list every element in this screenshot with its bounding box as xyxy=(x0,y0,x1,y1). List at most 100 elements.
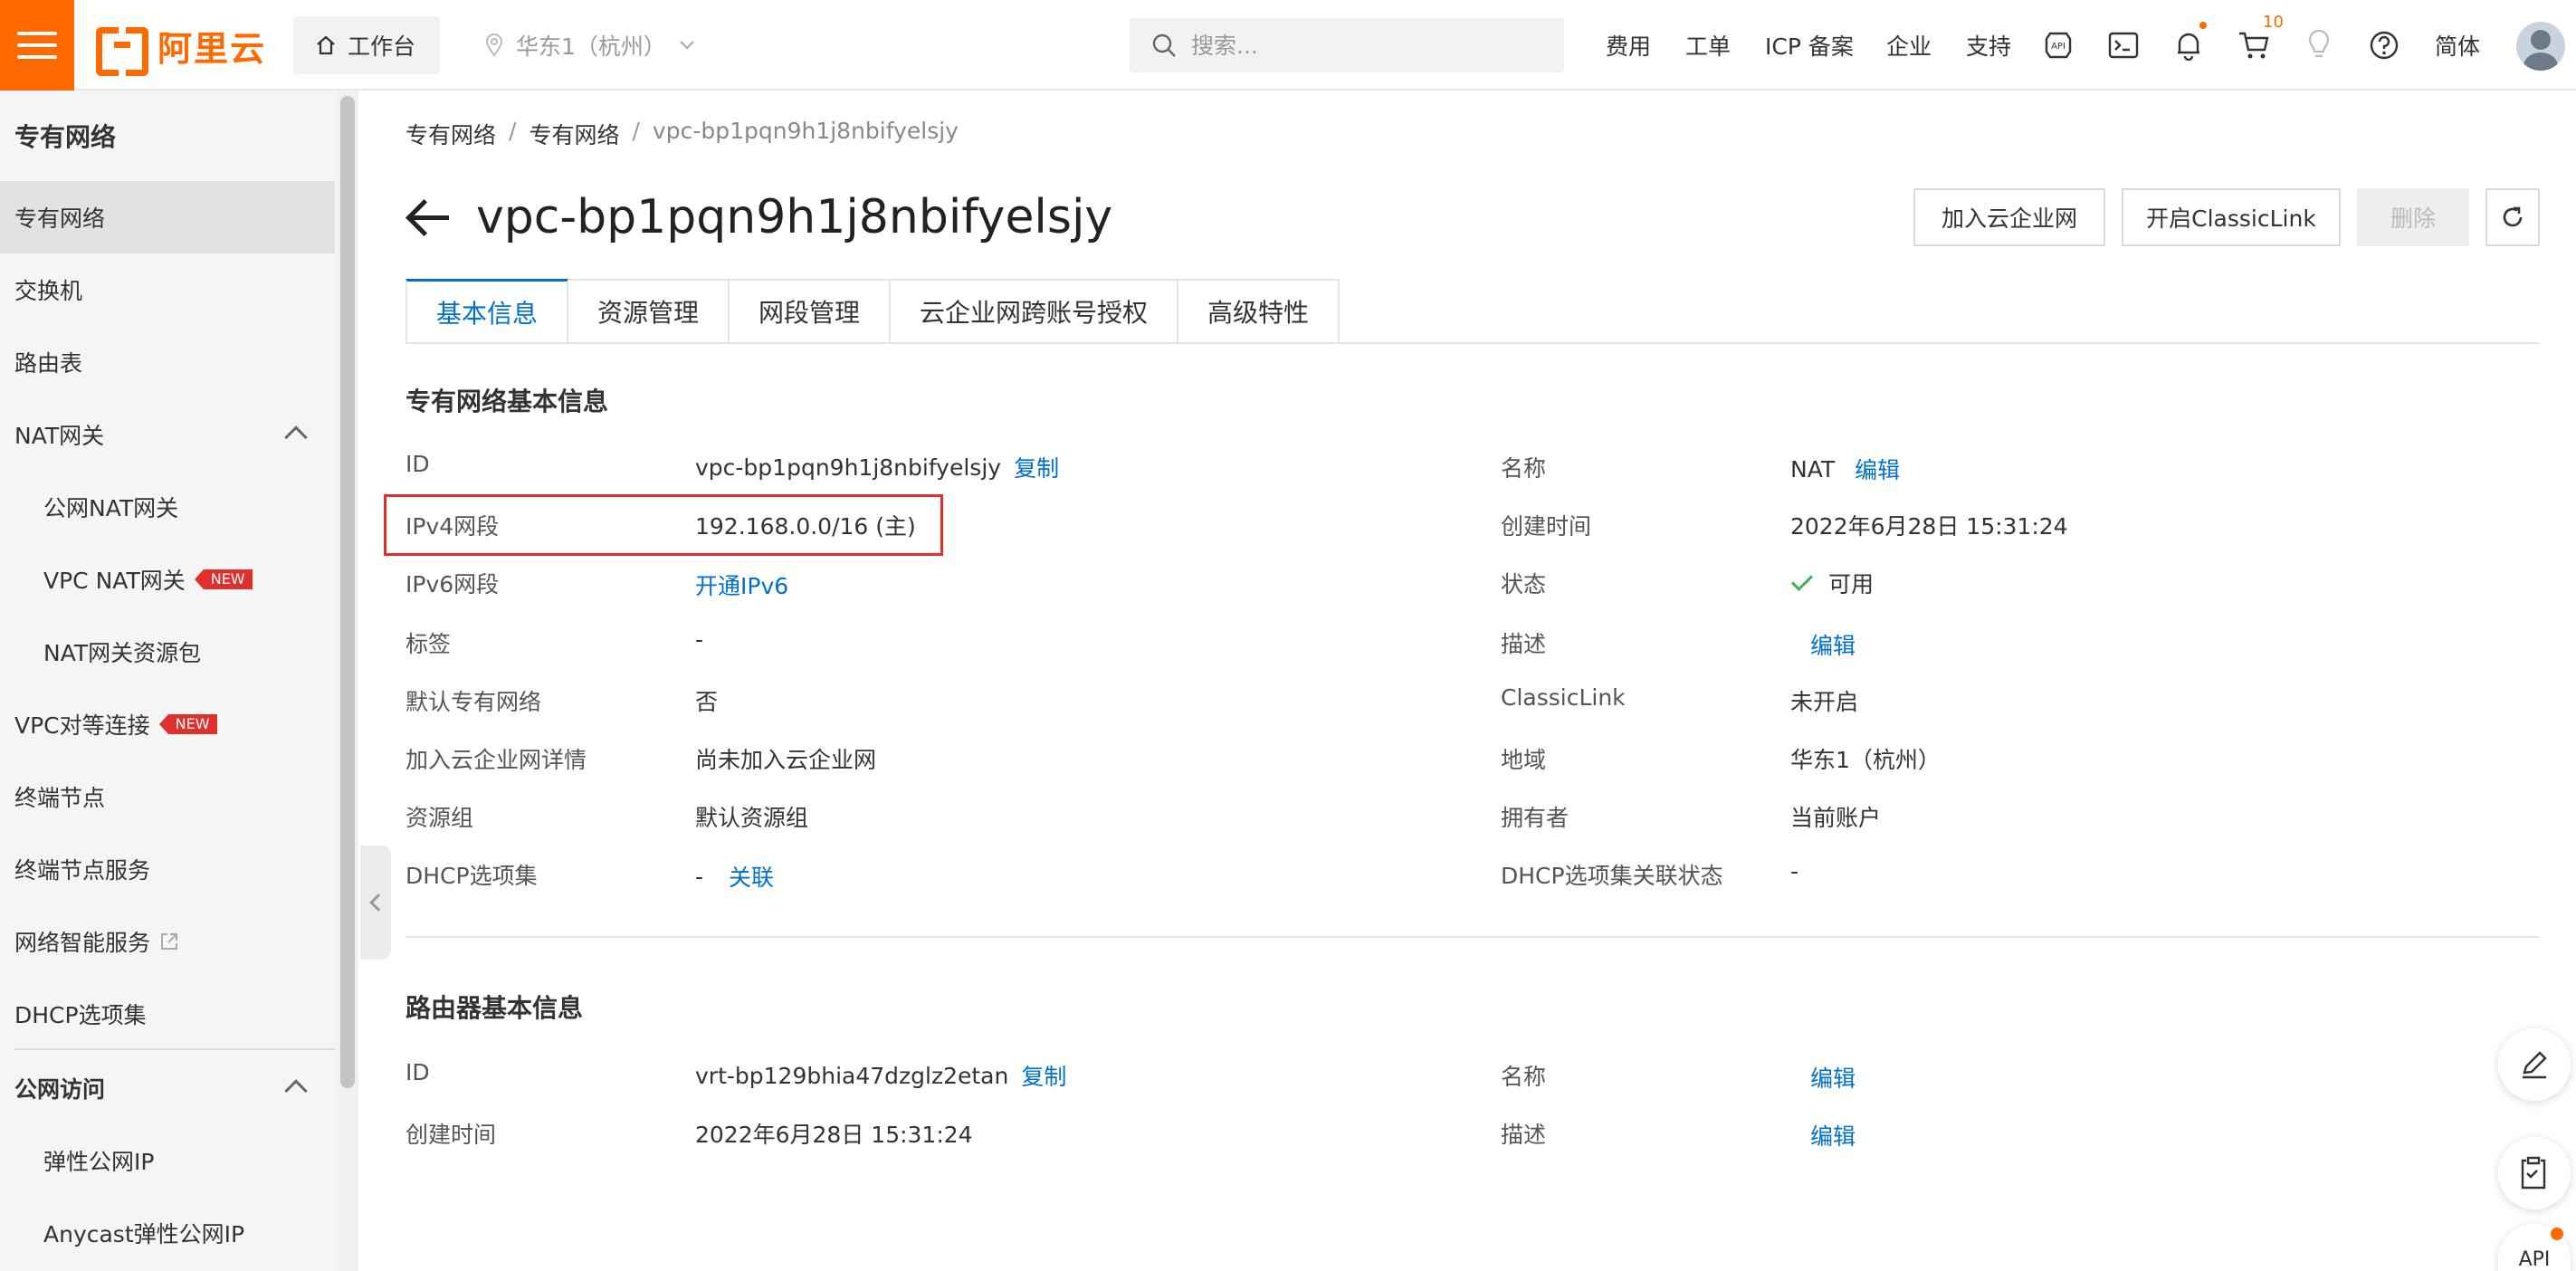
label-dhcp-status: DHCP选项集关联状态 xyxy=(1501,863,1723,889)
tab-basic-info[interactable]: 基本信息 xyxy=(405,279,568,344)
sidebar-item-anycast-eip[interactable]: Anycast弹性公网IP xyxy=(0,1197,335,1269)
join-cen-button[interactable]: 加入云企业网 xyxy=(1913,188,2105,246)
cart-icon[interactable] xyxy=(2236,27,2272,63)
sidebar-item-public-nat[interactable]: 公网NAT网关 xyxy=(0,471,335,543)
enable-ipv6-link[interactable]: 开通IPv6 xyxy=(695,569,788,601)
label-ipv6: IPv6网段 xyxy=(405,571,500,597)
float-feedback-button[interactable] xyxy=(2498,1137,2571,1209)
clipboard-icon xyxy=(2521,1156,2546,1190)
breadcrumb-item[interactable]: 专有网络 xyxy=(405,118,496,150)
chevron-up-icon xyxy=(284,1079,308,1103)
sidebar-item-vswitch[interactable]: 交换机 xyxy=(0,253,335,326)
sidebar-divider xyxy=(14,1048,335,1050)
logo-text: 阿里云 xyxy=(157,28,267,69)
search-box[interactable] xyxy=(1130,18,1564,72)
sidebar-item-vpc[interactable]: 专有网络 xyxy=(0,181,335,253)
region-selector[interactable]: 华东1（杭州） xyxy=(485,16,695,74)
home-icon xyxy=(317,35,335,55)
sidebar-group-public-access[interactable]: 公网访问 xyxy=(0,1052,335,1124)
value-created-time: 2022年6月28日 15:31:24 xyxy=(1790,513,2068,540)
sidebar-item-vpc-peering[interactable]: VPC对等连接 NEW xyxy=(0,688,335,760)
edit-router-description-link[interactable]: 编辑 xyxy=(1810,1119,1856,1152)
sidebar-item-network-intelligence[interactable]: 网络智能服务 xyxy=(0,905,335,978)
bulb-icon[interactable] xyxy=(2301,27,2337,63)
sidebar-item-label: DHCP选项集 xyxy=(14,1002,147,1028)
language-switch[interactable]: 简体 xyxy=(2435,0,2480,91)
breadcrumb-item[interactable]: 专有网络 xyxy=(529,118,619,150)
check-icon xyxy=(1790,569,1814,592)
breadcrumb-separator: / xyxy=(509,118,517,144)
value-default-vpc: 否 xyxy=(695,689,719,715)
sidebar-item-label: 网络智能服务 xyxy=(14,930,151,956)
workbench-button[interactable]: 工作台 xyxy=(293,16,440,74)
label-status: 状态 xyxy=(1501,571,1547,597)
sidebar-item-label: VPC对等连接 xyxy=(14,712,150,739)
logo[interactable]: 阿里云 xyxy=(96,24,266,76)
value-name: NAT 编辑 xyxy=(1790,453,1900,485)
refresh-button[interactable] xyxy=(2485,188,2540,246)
value-dhcp-status: - xyxy=(1790,858,1799,884)
top-bar: 阿里云 工作台 华东1（杭州） 费用 工单 ICP 备案 企业 支持 API 1… xyxy=(0,0,2576,91)
sidebar-item-eip[interactable]: 弹性公网IP xyxy=(0,1124,335,1197)
logo-mark-icon xyxy=(96,27,148,76)
page-header: vpc-bp1pqn9h1j8nbifyelsjy xyxy=(405,181,1112,253)
chevron-down-icon xyxy=(680,41,694,50)
new-badge: NEW xyxy=(194,569,253,589)
terminal-icon[interactable] xyxy=(2105,27,2142,63)
search-input[interactable] xyxy=(1191,32,1535,59)
notification-dot xyxy=(2199,22,2207,29)
svg-text:API: API xyxy=(2051,42,2066,52)
sidebar-item-dhcp[interactable]: DHCP选项集 xyxy=(0,978,335,1050)
nav-enterprise[interactable]: 企业 xyxy=(1886,0,1932,91)
edit-router-name-link[interactable]: 编辑 xyxy=(1810,1061,1856,1094)
sidebar-scrollbar-thumb[interactable] xyxy=(340,96,355,1088)
workbench-label: 工作台 xyxy=(348,33,416,60)
enable-classiclink-button[interactable]: 开启ClassicLink xyxy=(2122,188,2341,246)
sidebar-item-endpoint-service[interactable]: 终端节点服务 xyxy=(0,833,335,905)
copy-router-id-link[interactable]: 复制 xyxy=(1021,1059,1066,1092)
external-link-icon xyxy=(161,933,178,950)
nav-ticket[interactable]: 工单 xyxy=(1685,0,1731,91)
status-text: 可用 xyxy=(1828,571,1875,597)
tab-advanced-features[interactable]: 高级特性 xyxy=(1178,279,1340,344)
label-default-vpc: 默认专有网络 xyxy=(405,689,542,715)
copy-vpc-id-link[interactable]: 复制 xyxy=(1014,451,1059,483)
new-badge: NEW xyxy=(158,714,217,734)
float-edit-button[interactable] xyxy=(2498,1028,2571,1101)
label-description: 描述 xyxy=(1501,631,1547,657)
sidebar-item-label: VPC NAT网关 xyxy=(43,568,186,594)
help-icon[interactable] xyxy=(2366,27,2402,63)
nav-icp[interactable]: ICP 备案 xyxy=(1765,0,1854,91)
value-ipv6: 开通IPv6 xyxy=(695,569,788,601)
tab-resource-management[interactable]: 资源管理 xyxy=(568,279,730,344)
value-router-created-time: 2022年6月28日 15:31:24 xyxy=(695,1122,973,1148)
label-region: 地域 xyxy=(1501,747,1547,773)
delete-button[interactable]: 删除 xyxy=(2357,188,2469,246)
sidebar-group-nat[interactable]: NAT网关 xyxy=(0,398,335,471)
sidebar-item-label: 路由表 xyxy=(14,350,83,377)
sidebar-item-endpoint[interactable]: 终端节点 xyxy=(0,760,335,833)
bell-icon[interactable] xyxy=(2171,27,2207,63)
tab-cidr-management[interactable]: 网段管理 xyxy=(730,279,891,344)
back-arrow-icon[interactable] xyxy=(405,199,449,235)
sidebar-item-route-table[interactable]: 路由表 xyxy=(0,326,335,398)
nav-fee[interactable]: 费用 xyxy=(1606,0,1651,91)
label-router-id: ID xyxy=(405,1059,430,1085)
breadcrumb-current: vpc-bp1pqn9h1j8nbifyelsjy xyxy=(652,118,959,144)
nav-support[interactable]: 支持 xyxy=(1966,0,2011,91)
edit-name-link[interactable]: 编辑 xyxy=(1855,453,1900,485)
edit-description-link[interactable]: 编辑 xyxy=(1810,628,1856,661)
value-router-name: 编辑 xyxy=(1810,1061,1856,1094)
tab-cen-authorization[interactable]: 云企业网跨账号授权 xyxy=(891,279,1178,344)
sidebar-item-vpc-nat[interactable]: VPC NAT网关 NEW xyxy=(0,543,335,616)
api-icon[interactable]: API xyxy=(2040,27,2076,63)
tabs-baseline xyxy=(405,342,2540,344)
sidebar-collapse-handle[interactable] xyxy=(360,846,391,960)
cart-count: 10 xyxy=(2263,13,2284,32)
vpc-info-title: 专有网络基本信息 xyxy=(405,387,609,416)
avatar[interactable] xyxy=(2516,22,2565,71)
menu-icon[interactable] xyxy=(0,0,74,91)
associate-dhcp-link[interactable]: 关联 xyxy=(729,860,774,893)
sidebar-item-nat-package[interactable]: NAT网关资源包 xyxy=(0,616,335,688)
sidebar-item-label: 公网NAT网关 xyxy=(43,495,179,521)
